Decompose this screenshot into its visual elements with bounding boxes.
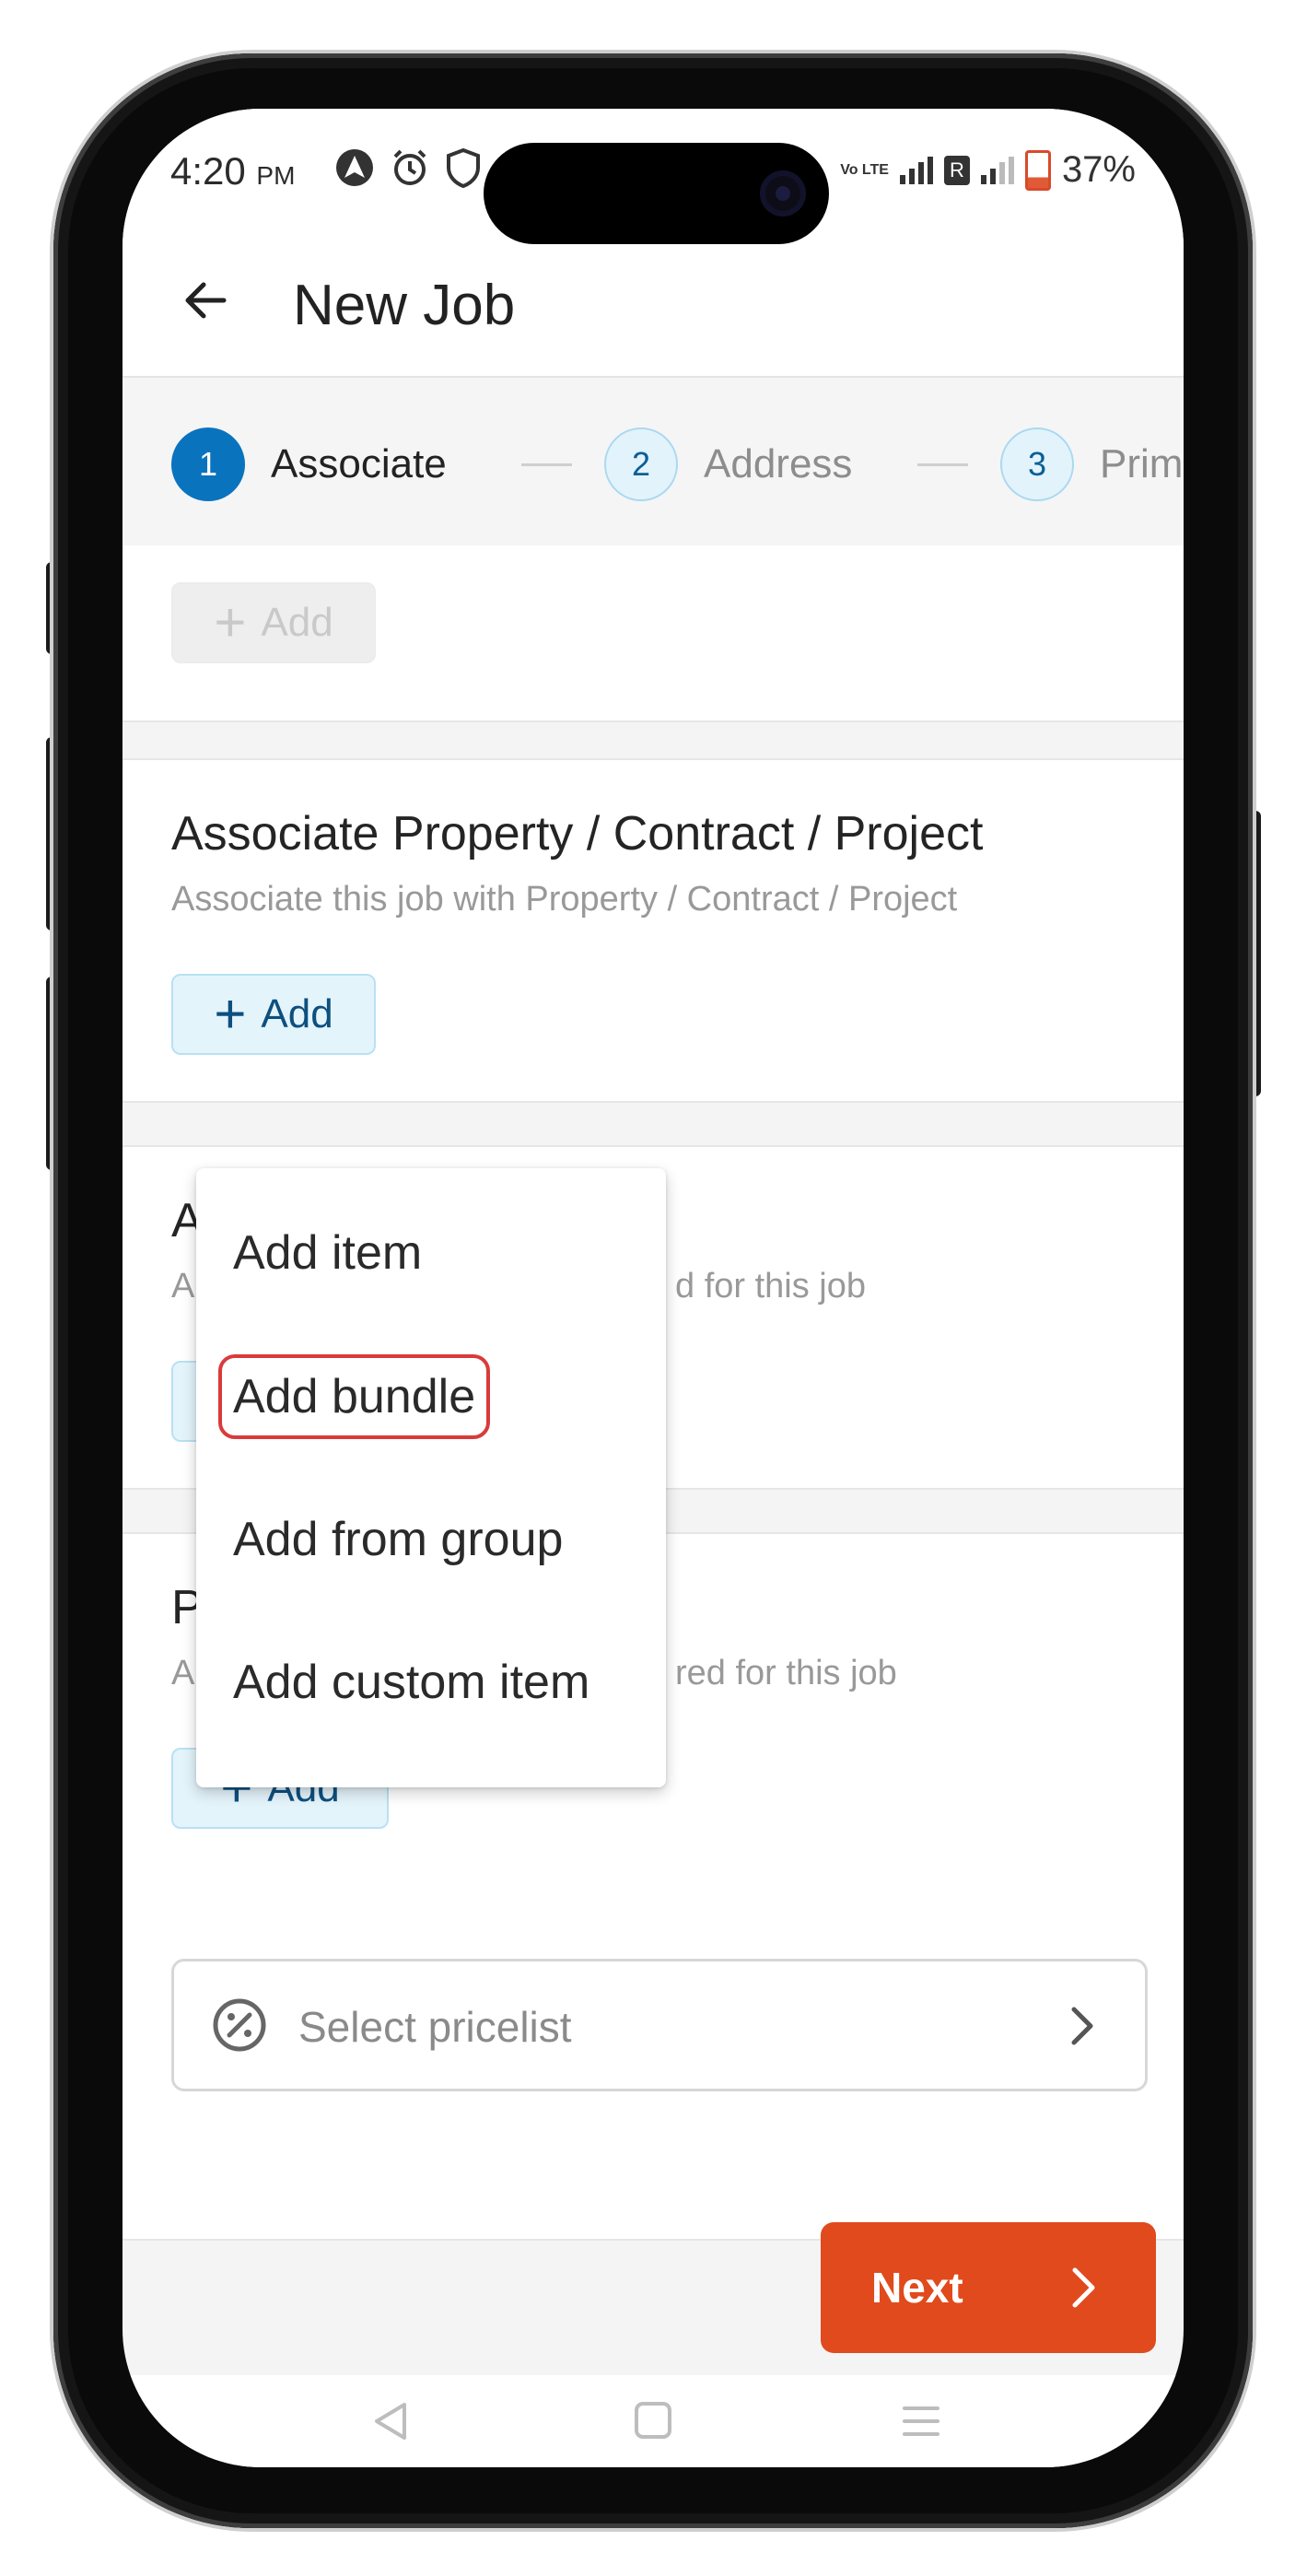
add-options-menu: Add item Add bundle Add from group Add c… [196,1168,666,1787]
select-pricelist-field[interactable]: Select pricelist [171,1959,1148,2091]
front-camera-icon [760,170,806,217]
add-button-disabled: + Add [171,582,376,663]
volte-indicator: Vo LTE [840,162,889,178]
menu-item-add-bundle[interactable]: Add bundle [217,1354,491,1439]
menu-item-add-custom-item[interactable]: Add custom item [233,1655,589,1710]
shield-icon [447,147,480,188]
step-label: Prim [1100,441,1184,486]
screen: 4:20 PM Vo LTE R 37% New Job 1 Associate… [123,109,1184,2467]
associate-add-button[interactable]: + Add [171,974,376,1055]
step-primary[interactable]: 3 Prim [1000,426,1183,503]
pricelist-placeholder: Select pricelist [298,2003,572,2051]
battery-percent: 37% [1061,149,1136,190]
step-separator [521,463,572,466]
next-button[interactable]: Next [821,2222,1156,2353]
status-time: 4:20 PM [170,149,296,193]
chevron-right-icon [1071,2007,1093,2045]
nav-menu-icon[interactable] [901,2403,941,2440]
arrow-left-icon[interactable] [178,273,233,328]
step-associate[interactable]: 1 Associate [171,426,447,503]
page-title: New Job [293,274,516,337]
step-label: Associate [271,441,447,486]
step-address[interactable]: 2 Address [604,426,852,503]
menu-item-add-from-group[interactable]: Add from group [233,1512,563,1567]
section-subtitle: Associate this job with Property / Contr… [171,880,958,919]
app-bar: New Job [123,228,1184,378]
section-subtitle-end: d for this job [675,1267,866,1306]
system-indicators: Vo LTE R 37% [840,149,1136,191]
step-label: Address [704,441,853,486]
section-subtitle-start: A [171,1267,195,1306]
step-number: 3 [1000,427,1074,501]
notification-icons [334,147,482,188]
signal-strength-icon [899,156,933,184]
chevron-right-icon [1072,2267,1095,2308]
system-nav-bar [123,2375,1184,2467]
roaming-badge-icon: R [943,155,970,185]
battery-icon [1024,149,1051,191]
step-number: 1 [171,427,245,501]
associate-card: Associate Property / Contract / Project … [123,758,1184,1103]
navigation-app-icon [336,149,373,186]
section-title: Associate Property / Contract / Project [171,807,984,861]
signal-strength-icon-2 [980,156,1014,184]
plus-icon: + [214,591,247,653]
percent-badge-icon [213,1998,266,2052]
nav-home-icon[interactable] [634,2401,672,2440]
stepper: 1 Associate 2 Address 3 Prim [123,378,1184,547]
menu-item-add-item[interactable]: Add item [233,1225,422,1281]
step-separator [917,463,968,466]
top-section-card: + Add [123,545,1184,722]
plus-icon: + [214,983,247,1045]
section-subtitle-end: red for this job [675,1654,897,1692]
section-subtitle-start: A [171,1654,195,1692]
camera-island [484,143,829,244]
nav-back-icon[interactable] [369,2399,410,2443]
step-number: 2 [604,427,678,501]
alarm-icon [393,149,426,185]
